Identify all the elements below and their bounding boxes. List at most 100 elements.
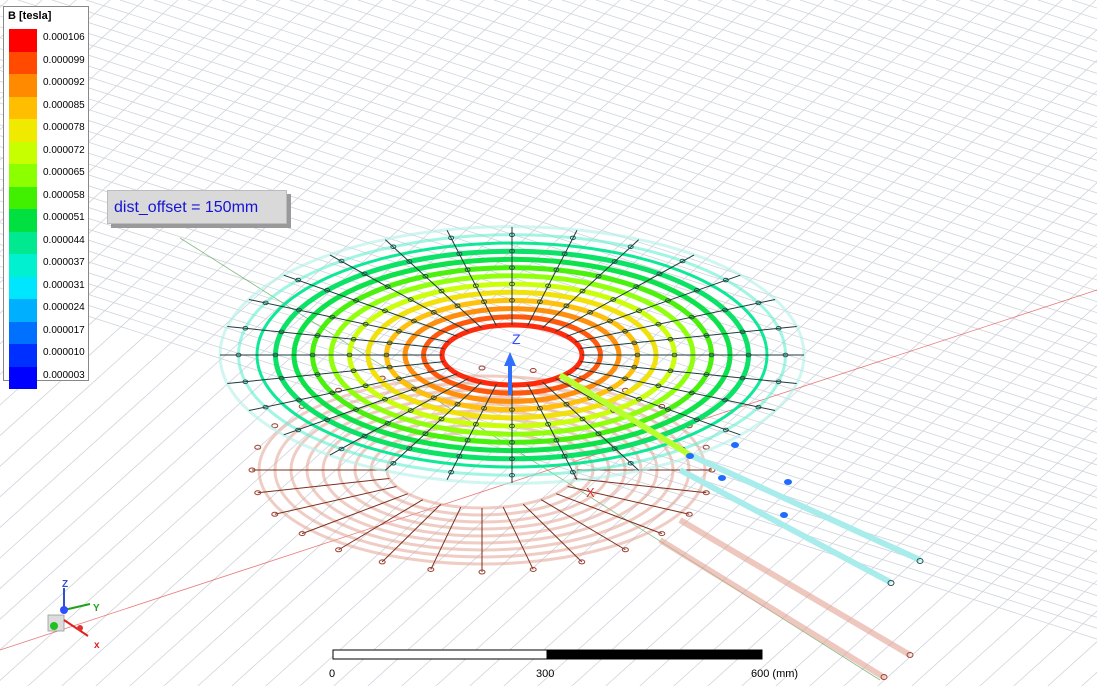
grid-line	[0, 178, 1097, 531]
legend-swatch	[9, 321, 37, 344]
legend-entry: 0.000010	[9, 344, 87, 367]
legend-entry: 0.000065	[9, 164, 87, 187]
legend-value: 0.000051	[43, 212, 85, 223]
lower-coil-spoke	[430, 506, 462, 570]
x-axis-label: X	[586, 485, 595, 500]
grid-line	[0, 254, 1097, 607]
grid-line	[0, 189, 1097, 542]
legend-entry: 0.000106	[9, 29, 87, 52]
grid-line	[979, 579, 1097, 686]
legend-entry: 0.000099	[9, 51, 87, 74]
grid-line	[571, 212, 1097, 686]
grid-line	[697, 0, 1097, 129]
grid-line	[629, 0, 1097, 150]
annotation-text: dist_offset = 150mm	[114, 199, 259, 216]
legend-value: 0.000092	[43, 77, 85, 88]
triad-y-axis	[63, 603, 91, 611]
grid-line	[0, 91, 1097, 444]
grid-line	[0, 59, 1097, 411]
grid-line	[0, 48, 1097, 401]
legend-value: 0.000078	[43, 122, 85, 133]
legend-value: 0.000037	[43, 257, 85, 268]
grid-line	[911, 518, 1097, 686]
grid-line	[0, 102, 1097, 455]
grid-line	[0, 4, 1097, 357]
grid-line	[0, 233, 1097, 586]
legend-swatch	[9, 51, 37, 74]
grid-line	[0, 124, 1097, 477]
legend-value: 0.000024	[43, 302, 85, 313]
grid-line	[255, 0, 1097, 270]
grid-line	[0, 26, 1097, 379]
legend-swatch	[9, 276, 37, 299]
field-vector-marker	[718, 475, 726, 481]
triad-z-marker	[60, 606, 68, 614]
legend-value: 0.000044	[43, 234, 85, 246]
grid-line	[0, 287, 1097, 640]
triad-x-label: x	[94, 640, 100, 651]
grid-line	[0, 265, 1097, 618]
grid-line	[0, 276, 1097, 629]
grid-line	[0, 0, 621, 559]
grid-line	[0, 80, 1097, 433]
legend-swatch	[9, 299, 37, 322]
z-axis-arrowhead	[504, 352, 516, 366]
legend-value: 0.000065	[43, 167, 85, 178]
scale-label-300: 300	[536, 668, 555, 680]
legend-entry: 0.000017	[9, 321, 87, 344]
triad-z-label: Z	[62, 579, 68, 590]
triad-y-label: Y	[93, 603, 100, 614]
scale-label-600: 600 (mm)	[751, 668, 799, 680]
grid	[0, 0, 1097, 686]
grid-line	[0, 37, 1097, 390]
annotation-box: dist_offset = 150mm	[107, 190, 287, 224]
grid-line	[901, 0, 1097, 63]
grid-line	[0, 157, 1097, 509]
dist-offset-annotation: dist_offset = 150mm	[107, 190, 291, 228]
grid-line	[0, 222, 1097, 575]
legend-swatch	[9, 96, 37, 119]
grid-line	[0, 0, 757, 681]
legend-entry: 0.000092	[9, 74, 87, 97]
legend-value: 0.000085	[43, 99, 85, 111]
grid-line	[265, 0, 1029, 686]
triad-x-marker	[77, 625, 83, 631]
field-vector-marker	[784, 479, 792, 485]
legend-entry: 0.000072	[9, 141, 87, 164]
legend-swatch	[9, 366, 37, 389]
z-axis-label: Z	[512, 331, 521, 347]
grid-line	[0, 211, 1097, 564]
grid-line	[0, 146, 1097, 499]
legend-swatch	[9, 231, 37, 254]
legend-entry: 0.000031	[9, 276, 87, 299]
legend-value: 0.000003	[43, 369, 85, 381]
legend-entry: 0.000024	[9, 299, 87, 322]
legend-swatch	[9, 254, 37, 277]
legend-value: 0.000058	[43, 189, 85, 201]
legend-value: 0.000017	[43, 324, 85, 336]
legend-swatch	[9, 344, 37, 367]
grid-line	[187, 0, 1097, 292]
grid-line	[0, 135, 1097, 488]
field-plot-scene: Z X Z Yx	[0, 0, 1097, 686]
legend-entry: 0.000051	[9, 209, 87, 232]
grid-line	[0, 113, 1097, 466]
grid-line	[503, 151, 1097, 686]
3d-viewport[interactable]: Z X Z Yx	[0, 0, 1097, 686]
grid-line	[0, 244, 1097, 596]
legend-entry: 0.000037	[9, 254, 87, 277]
legend-entry: 0.000078	[9, 119, 87, 142]
legend-swatch	[9, 119, 37, 142]
triad-y-marker	[50, 622, 58, 630]
grid-line	[425, 0, 1097, 216]
legend-value: 0.000106	[43, 32, 85, 43]
legend-entry: 0.000058	[9, 186, 87, 209]
legend-title: B [tesla]	[8, 10, 52, 22]
legend-entry: 0.000003	[9, 366, 87, 389]
legend-swatch	[9, 141, 37, 164]
legend-value: 0.000072	[43, 144, 85, 156]
grid-line	[0, 167, 1097, 520]
grid-line	[299, 0, 1063, 686]
grid-line	[459, 0, 1097, 205]
field-vector-marker	[686, 453, 694, 459]
